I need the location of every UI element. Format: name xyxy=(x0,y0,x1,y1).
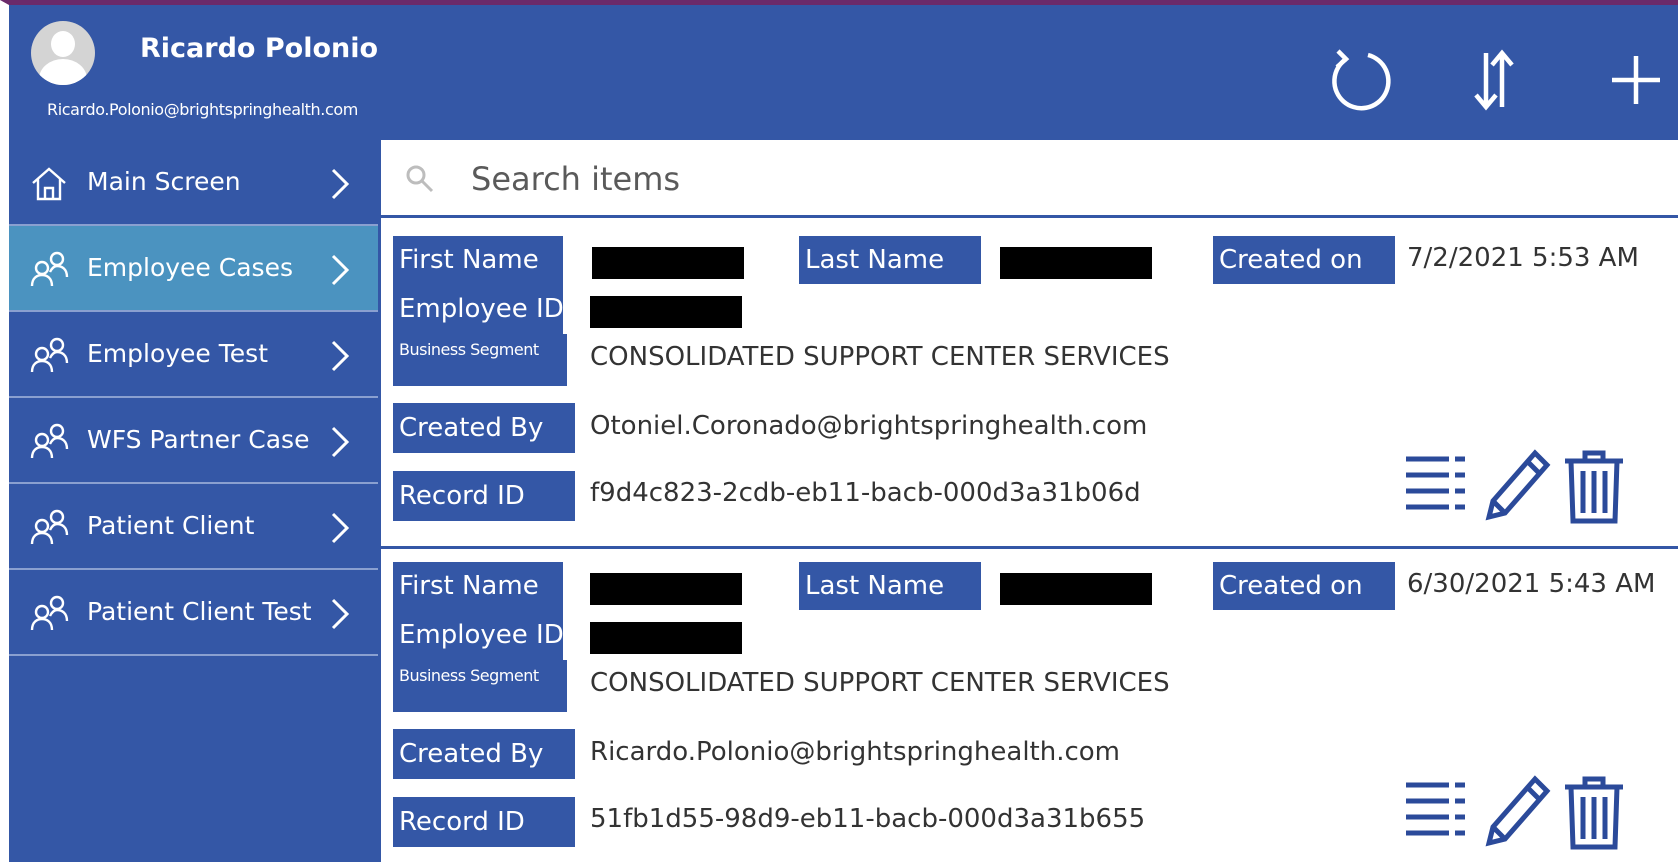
sidebar-item-label: Patient Client Test xyxy=(87,597,312,626)
app-window: Ricardo Polonio Ricardo.Polonio@brightsp… xyxy=(0,0,1678,862)
pencil-icon xyxy=(1485,449,1551,521)
refresh-icon xyxy=(1332,49,1391,111)
created-on-label: Created on xyxy=(1213,236,1395,284)
people-icon xyxy=(29,508,69,548)
created-on-value: 7/2/2021 5:53 AM xyxy=(1407,243,1639,273)
first-name-label: First Name xyxy=(393,236,563,284)
business-segment-label: Business Segment xyxy=(393,660,567,712)
first-name-redacted xyxy=(592,247,744,279)
created-by-label: Created By xyxy=(393,729,575,779)
pencil-icon xyxy=(1485,775,1551,847)
sort-icon xyxy=(1474,49,1514,111)
last-name-label: Last Name xyxy=(799,236,981,284)
sidebar-item-label: WFS Partner Case xyxy=(87,425,310,454)
employee-id-label: Employee ID xyxy=(393,284,564,334)
sidebar-item-employee-cases[interactable]: Employee Cases xyxy=(9,226,378,312)
details-button[interactable] xyxy=(1401,771,1471,851)
created-by-label: Created By xyxy=(393,403,575,453)
record-id-label: Record ID xyxy=(393,471,575,521)
first-name-redacted xyxy=(590,573,742,605)
employee-id-redacted xyxy=(590,622,742,654)
trash-icon xyxy=(1565,776,1623,850)
trash-icon xyxy=(1565,450,1623,524)
business-segment-value: CONSOLIDATED SUPPORT CENTER SERVICES xyxy=(590,342,1170,372)
details-list-icon xyxy=(1406,456,1465,510)
search-input[interactable] xyxy=(471,154,1371,204)
add-button[interactable] xyxy=(1591,35,1678,125)
business-segment-value: CONSOLIDATED SUPPORT CENTER SERVICES xyxy=(590,668,1170,698)
record-id-value: f9d4c823-2cdb-eb11-bacb-000d3a31b06d xyxy=(590,478,1141,508)
employee-id-redacted xyxy=(590,296,742,328)
people-icon xyxy=(29,594,69,634)
search-icon xyxy=(403,162,437,196)
last-name-label: Last Name xyxy=(799,562,981,610)
created-on-label: Created on xyxy=(1213,562,1395,610)
first-name-label: First Name xyxy=(393,562,563,610)
sidebar-item-label: Patient Client xyxy=(87,511,255,540)
last-name-redacted xyxy=(1000,247,1152,279)
sidebar-item-patient-client-test[interactable]: Patient Client Test xyxy=(9,570,378,656)
home-icon xyxy=(29,164,69,204)
record-id-value: 51fb1d55-98d9-eb11-bacb-000d3a31b655 xyxy=(590,804,1146,834)
people-icon xyxy=(29,336,69,376)
created-by-value: Ricardo.Polonio@brightspringhealth.com xyxy=(590,737,1121,767)
avatar xyxy=(31,21,95,85)
search-bar xyxy=(381,140,1678,218)
last-name-redacted xyxy=(1000,573,1152,605)
chevron-right-icon xyxy=(327,336,353,376)
chevron-right-icon xyxy=(327,422,353,462)
people-icon xyxy=(29,422,69,462)
edit-button[interactable] xyxy=(1481,771,1551,851)
sidebar-item-label: Main Screen xyxy=(87,167,241,196)
record-id-label: Record ID xyxy=(393,797,575,847)
main-content: First Name Last Name Created on 7/2/2021… xyxy=(378,140,1678,862)
sidebar-item-wfs-partner-case[interactable]: WFS Partner Case xyxy=(9,398,378,484)
app-header: Ricardo Polonio Ricardo.Polonio@brightsp… xyxy=(9,5,1678,140)
refresh-button[interactable] xyxy=(1314,35,1404,125)
people-icon xyxy=(29,250,69,290)
edit-button[interactable] xyxy=(1481,445,1551,525)
delete-button[interactable] xyxy=(1559,445,1629,525)
created-by-value: Otoniel.Coronado@brightspringhealth.com xyxy=(590,411,1148,441)
user-name: Ricardo Polonio xyxy=(140,33,379,64)
sidebar-item-patient-client[interactable]: Patient Client xyxy=(9,484,378,570)
chevron-right-icon xyxy=(327,508,353,548)
created-on-value: 6/30/2021 5:43 AM xyxy=(1407,569,1656,599)
details-list-icon xyxy=(1406,782,1465,836)
sidebar-item-employee-test[interactable]: Employee Test xyxy=(9,312,378,398)
records-gallery: First Name Last Name Created on 7/2/2021… xyxy=(381,223,1678,862)
sidebar: Main Screen Employee Cases Employee Test… xyxy=(9,140,378,862)
chevron-right-icon xyxy=(327,250,353,290)
sidebar-item-label: Employee Test xyxy=(87,339,268,368)
sort-button[interactable] xyxy=(1449,35,1539,125)
business-segment-label: Business Segment xyxy=(393,334,567,386)
record-card[interactable]: First Name Last Name Created on 6/30/202… xyxy=(381,549,1678,862)
chevron-right-icon xyxy=(327,164,353,204)
user-email: Ricardo.Polonio@brightspringhealth.com xyxy=(47,100,358,119)
delete-button[interactable] xyxy=(1559,771,1629,851)
plus-icon xyxy=(1612,56,1660,104)
record-card[interactable]: First Name Last Name Created on 7/2/2021… xyxy=(381,223,1678,549)
sidebar-item-label: Employee Cases xyxy=(87,253,293,282)
details-button[interactable] xyxy=(1401,445,1471,525)
chevron-right-icon xyxy=(327,594,353,634)
sidebar-item-main-screen[interactable]: Main Screen xyxy=(9,140,378,226)
employee-id-label: Employee ID xyxy=(393,610,564,660)
